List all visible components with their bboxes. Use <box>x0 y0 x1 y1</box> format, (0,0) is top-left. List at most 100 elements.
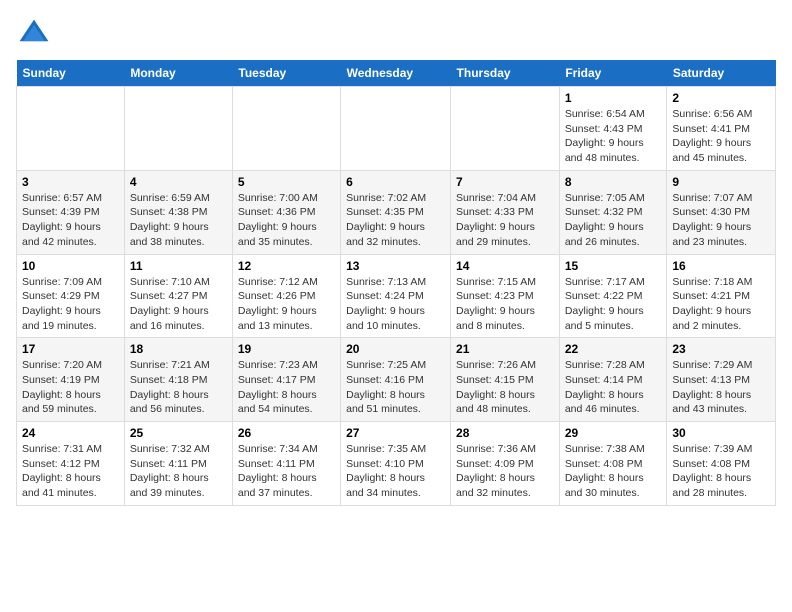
day-of-week-header: Wednesday <box>341 60 451 87</box>
day-number: 12 <box>238 259 335 273</box>
calendar-cell: 6 Sunrise: 7:02 AM Sunset: 4:35 PM Daylig… <box>341 170 451 254</box>
day-info: Sunrise: 7:09 AM Sunset: 4:29 PM Dayligh… <box>22 275 119 334</box>
calendar-cell: 26 Sunrise: 7:34 AM Sunset: 4:11 PM Dayli… <box>232 422 340 506</box>
day-info: Sunrise: 6:59 AM Sunset: 4:38 PM Dayligh… <box>130 191 227 250</box>
day-number: 7 <box>456 175 554 189</box>
calendar-cell: 13Sunrise: 7:13 AM Sunset: 4:24 PM Dayli… <box>341 254 451 338</box>
day-info: Sunrise: 7:34 AM Sunset: 4:11 PM Dayligh… <box>238 442 335 501</box>
day-number: 3 <box>22 175 119 189</box>
day-number: 16 <box>672 259 770 273</box>
header <box>16 16 776 52</box>
day-number: 18 <box>130 342 227 356</box>
day-info: Sunrise: 7:13 AM Sunset: 4:24 PM Dayligh… <box>346 275 445 334</box>
calendar-cell: 14 Sunrise: 7:15 AM Sunset: 4:23 PM Dayli… <box>451 254 560 338</box>
day-number: 26 <box>238 426 335 440</box>
logo-icon <box>16 16 52 52</box>
calendar-cell: 12 Sunrise: 7:12 AM Sunset: 4:26 PM Dayli… <box>232 254 340 338</box>
logo <box>16 16 56 52</box>
calendar-cell: 5 Sunrise: 7:00 AM Sunset: 4:36 PM Daylig… <box>232 170 340 254</box>
calendar-cell: 2 Sunrise: 6:56 AM Sunset: 4:41 PM Daylig… <box>667 87 776 171</box>
day-info: Sunrise: 7:28 AM Sunset: 4:14 PM Dayligh… <box>565 358 662 417</box>
day-of-week-header: Tuesday <box>232 60 340 87</box>
day-info: Sunrise: 7:12 AM Sunset: 4:26 PM Dayligh… <box>238 275 335 334</box>
day-info: Sunrise: 6:57 AM Sunset: 4:39 PM Dayligh… <box>22 191 119 250</box>
calendar-cell <box>451 87 560 171</box>
day-info: Sunrise: 7:02 AM Sunset: 4:35 PM Dayligh… <box>346 191 445 250</box>
day-info: Sunrise: 7:35 AM Sunset: 4:10 PM Dayligh… <box>346 442 445 501</box>
calendar-cell: 21Sunrise: 7:26 AM Sunset: 4:15 PM Dayli… <box>451 338 560 422</box>
calendar-cell <box>232 87 340 171</box>
day-info: Sunrise: 7:04 AM Sunset: 4:33 PM Dayligh… <box>456 191 554 250</box>
calendar-cell: 3 Sunrise: 6:57 AM Sunset: 4:39 PM Daylig… <box>17 170 125 254</box>
day-number: 17 <box>22 342 119 356</box>
day-number: 4 <box>130 175 227 189</box>
day-number: 6 <box>346 175 445 189</box>
calendar-cell: 17 Sunrise: 7:20 AM Sunset: 4:19 PM Dayli… <box>17 338 125 422</box>
day-info: Sunrise: 6:54 AM Sunset: 4:43 PM Dayligh… <box>565 107 662 166</box>
calendar-cell: 15 Sunrise: 7:17 AM Sunset: 4:22 PM Dayli… <box>559 254 667 338</box>
calendar-week-row: 17 Sunrise: 7:20 AM Sunset: 4:19 PM Dayli… <box>17 338 776 422</box>
day-number: 21 <box>456 342 554 356</box>
day-of-week-header: Saturday <box>667 60 776 87</box>
day-of-week-header: Monday <box>124 60 232 87</box>
day-number: 2 <box>672 91 770 105</box>
day-number: 30 <box>672 426 770 440</box>
day-number: 10 <box>22 259 119 273</box>
calendar-week-row: 1 Sunrise: 6:54 AM Sunset: 4:43 PM Daylig… <box>17 87 776 171</box>
day-number: 28 <box>456 426 554 440</box>
calendar-week-row: 24Sunrise: 7:31 AM Sunset: 4:12 PM Dayli… <box>17 422 776 506</box>
day-info: Sunrise: 7:17 AM Sunset: 4:22 PM Dayligh… <box>565 275 662 334</box>
day-of-week-header: Thursday <box>451 60 560 87</box>
day-number: 29 <box>565 426 662 440</box>
calendar-cell: 7 Sunrise: 7:04 AM Sunset: 4:33 PM Daylig… <box>451 170 560 254</box>
day-of-week-header: Sunday <box>17 60 125 87</box>
calendar-cell: 20 Sunrise: 7:25 AM Sunset: 4:16 PM Dayli… <box>341 338 451 422</box>
calendar-week-row: 3 Sunrise: 6:57 AM Sunset: 4:39 PM Daylig… <box>17 170 776 254</box>
day-info: Sunrise: 7:21 AM Sunset: 4:18 PM Dayligh… <box>130 358 227 417</box>
day-number: 27 <box>346 426 445 440</box>
calendar-cell: 18 Sunrise: 7:21 AM Sunset: 4:18 PM Dayli… <box>124 338 232 422</box>
day-info: Sunrise: 7:20 AM Sunset: 4:19 PM Dayligh… <box>22 358 119 417</box>
day-number: 11 <box>130 259 227 273</box>
day-info: Sunrise: 7:39 AM Sunset: 4:08 PM Dayligh… <box>672 442 770 501</box>
day-info: Sunrise: 7:18 AM Sunset: 4:21 PM Dayligh… <box>672 275 770 334</box>
calendar-body: 1 Sunrise: 6:54 AM Sunset: 4:43 PM Daylig… <box>17 87 776 506</box>
day-info: Sunrise: 7:29 AM Sunset: 4:13 PM Dayligh… <box>672 358 770 417</box>
day-number: 5 <box>238 175 335 189</box>
calendar-week-row: 10 Sunrise: 7:09 AM Sunset: 4:29 PM Dayli… <box>17 254 776 338</box>
day-info: Sunrise: 7:25 AM Sunset: 4:16 PM Dayligh… <box>346 358 445 417</box>
calendar-cell <box>341 87 451 171</box>
calendar-cell: 25Sunrise: 7:32 AM Sunset: 4:11 PM Dayli… <box>124 422 232 506</box>
day-number: 14 <box>456 259 554 273</box>
day-info: Sunrise: 7:15 AM Sunset: 4:23 PM Dayligh… <box>456 275 554 334</box>
calendar-cell: 30 Sunrise: 7:39 AM Sunset: 4:08 PM Dayli… <box>667 422 776 506</box>
day-info: Sunrise: 7:00 AM Sunset: 4:36 PM Dayligh… <box>238 191 335 250</box>
day-info: Sunrise: 6:56 AM Sunset: 4:41 PM Dayligh… <box>672 107 770 166</box>
calendar-cell <box>124 87 232 171</box>
calendar-cell: 24Sunrise: 7:31 AM Sunset: 4:12 PM Dayli… <box>17 422 125 506</box>
day-info: Sunrise: 7:23 AM Sunset: 4:17 PM Dayligh… <box>238 358 335 417</box>
day-info: Sunrise: 7:10 AM Sunset: 4:27 PM Dayligh… <box>130 275 227 334</box>
day-number: 1 <box>565 91 662 105</box>
day-of-week-header: Friday <box>559 60 667 87</box>
calendar-cell: 27 Sunrise: 7:35 AM Sunset: 4:10 PM Dayli… <box>341 422 451 506</box>
calendar-cell: 9 Sunrise: 7:07 AM Sunset: 4:30 PM Daylig… <box>667 170 776 254</box>
calendar-cell <box>17 87 125 171</box>
day-number: 20 <box>346 342 445 356</box>
day-info: Sunrise: 7:32 AM Sunset: 4:11 PM Dayligh… <box>130 442 227 501</box>
day-number: 19 <box>238 342 335 356</box>
day-number: 9 <box>672 175 770 189</box>
day-number: 23 <box>672 342 770 356</box>
day-info: Sunrise: 7:36 AM Sunset: 4:09 PM Dayligh… <box>456 442 554 501</box>
calendar-cell: 10 Sunrise: 7:09 AM Sunset: 4:29 PM Dayli… <box>17 254 125 338</box>
day-info: Sunrise: 7:05 AM Sunset: 4:32 PM Dayligh… <box>565 191 662 250</box>
calendar-cell: 28 Sunrise: 7:36 AM Sunset: 4:09 PM Dayli… <box>451 422 560 506</box>
calendar-cell: 19 Sunrise: 7:23 AM Sunset: 4:17 PM Dayli… <box>232 338 340 422</box>
day-number: 15 <box>565 259 662 273</box>
calendar-header-row: SundayMondayTuesdayWednesdayThursdayFrid… <box>17 60 776 87</box>
day-info: Sunrise: 7:07 AM Sunset: 4:30 PM Dayligh… <box>672 191 770 250</box>
day-number: 22 <box>565 342 662 356</box>
day-info: Sunrise: 7:31 AM Sunset: 4:12 PM Dayligh… <box>22 442 119 501</box>
calendar-cell: 29Sunrise: 7:38 AM Sunset: 4:08 PM Dayli… <box>559 422 667 506</box>
calendar-cell: 4 Sunrise: 6:59 AM Sunset: 4:38 PM Daylig… <box>124 170 232 254</box>
